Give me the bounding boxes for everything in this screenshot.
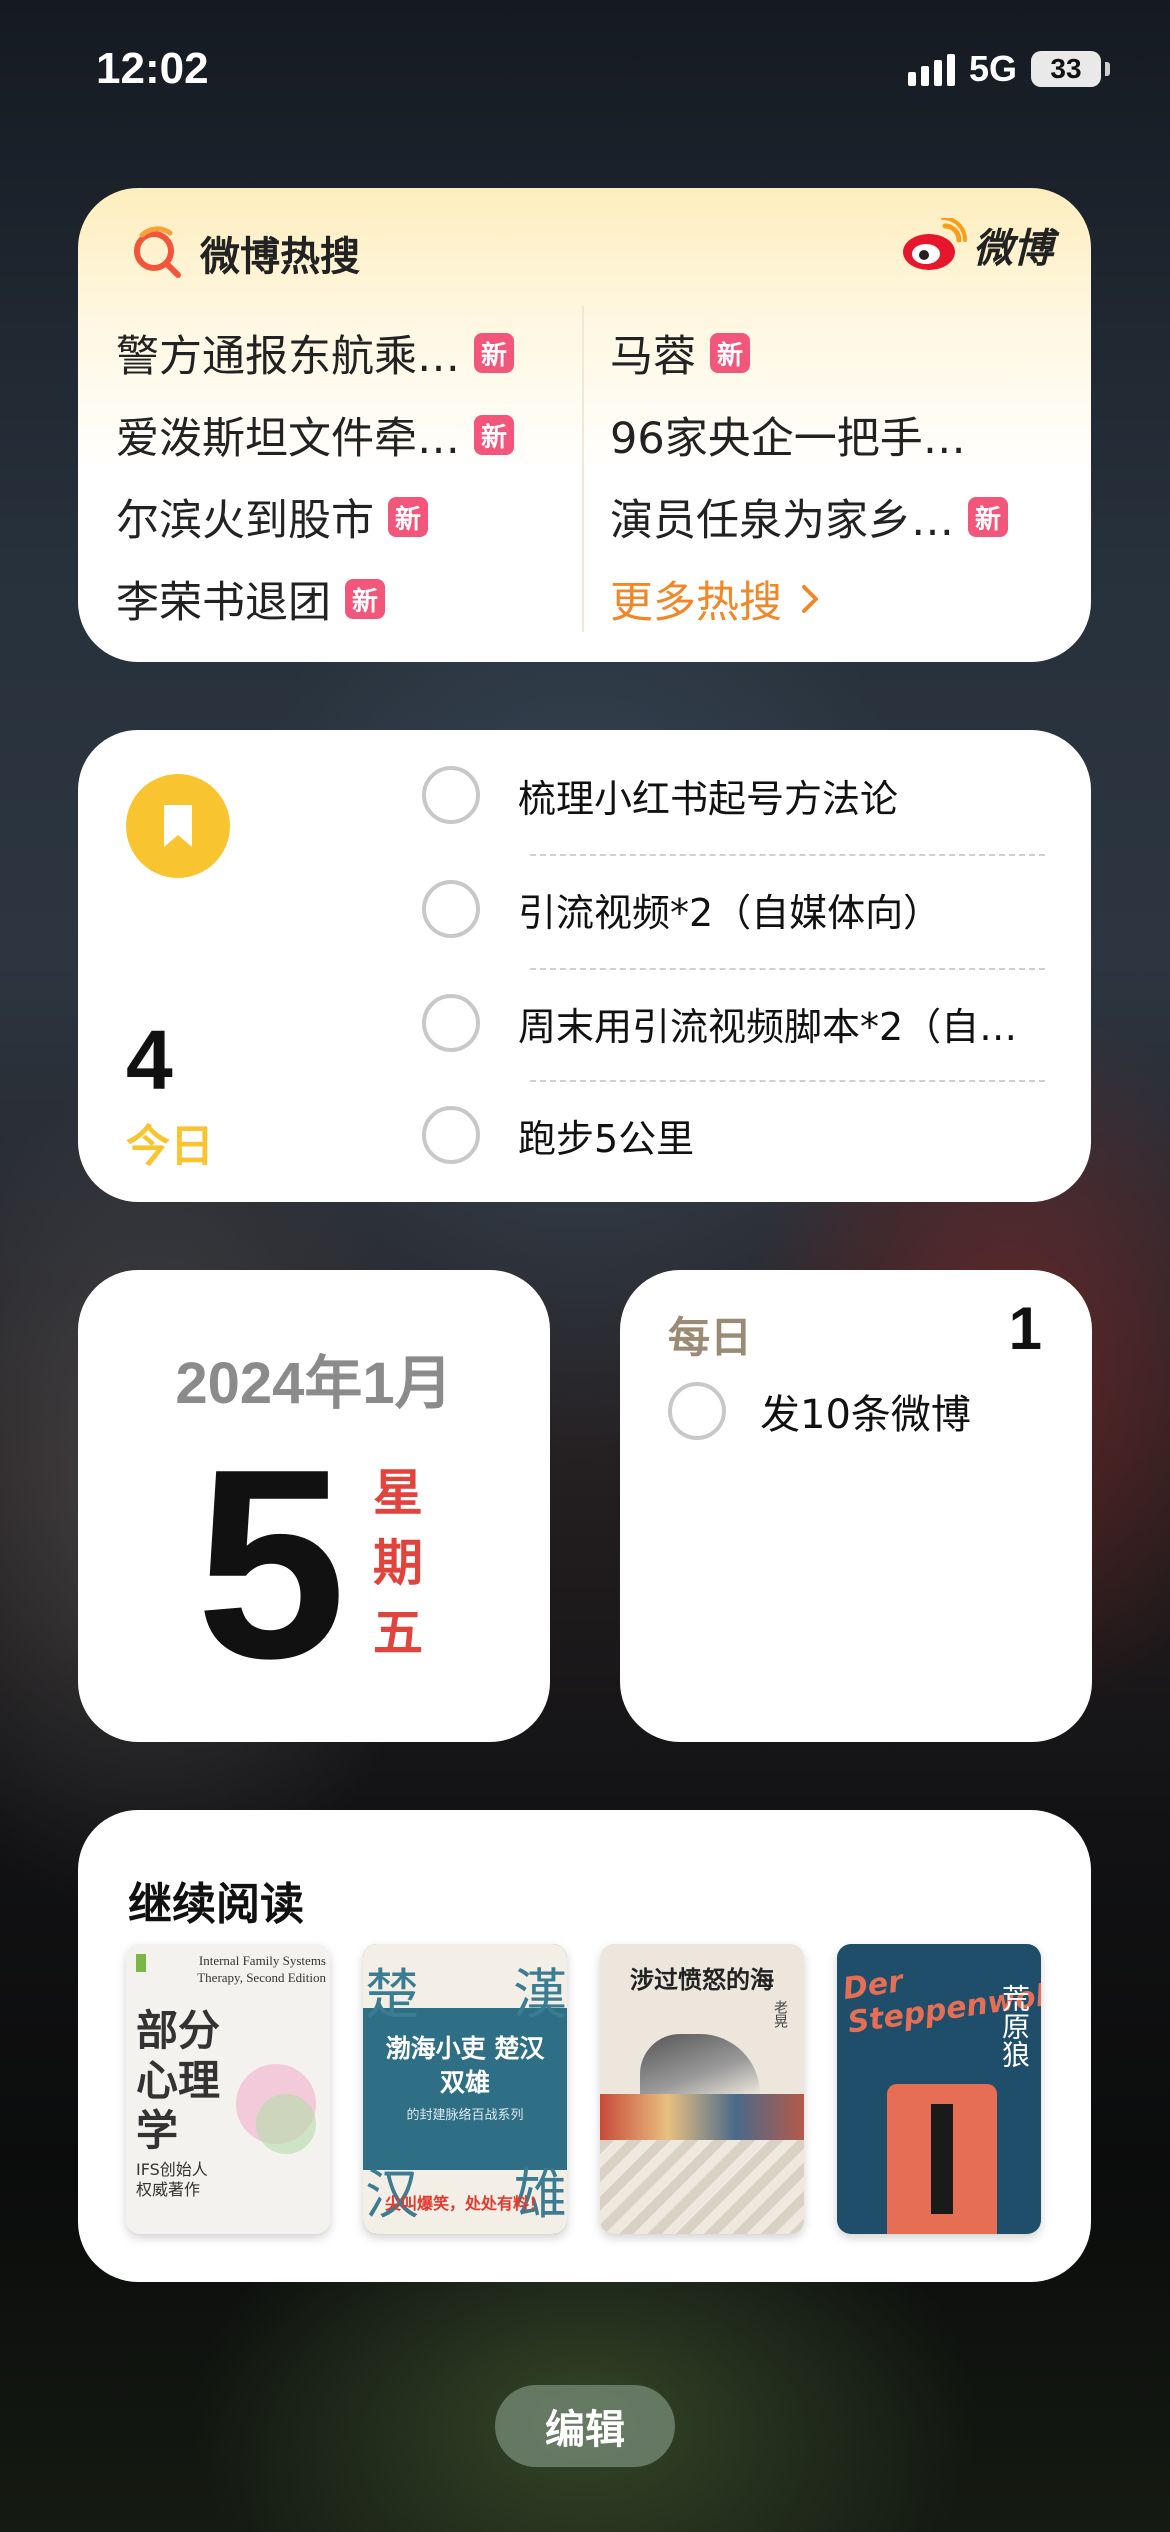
new-badge: 新	[968, 497, 1008, 537]
reminder-text: 跑步5公里	[518, 1116, 695, 1161]
daily-reminders-widget[interactable]: 每日 1 发10条微博	[620, 1270, 1092, 1742]
book-de-title: Der Steppenwolf	[840, 1964, 1041, 2041]
cover-art-wave	[600, 2094, 804, 2144]
hot-search-item[interactable]: 尔滨火到股市 新	[116, 486, 428, 548]
book-author: 老晃	[772, 2000, 788, 2028]
book-subtitle: 的封建脉络百战系列	[406, 2108, 524, 2123]
reading-widget-title: 继续阅读	[128, 1879, 304, 1930]
cover-art-mountain	[640, 2034, 760, 2094]
reminder-text: 周末用引流视频脚本*2（自…	[518, 1004, 1018, 1049]
decor-circle	[256, 2094, 316, 2154]
reminders-widget[interactable]: 4 今日 梳理小红书起号方法论 引流视频*2（自媒体向） 周末用引流视频脚本*2…	[78, 730, 1091, 1202]
reminder-count: 4	[126, 1013, 173, 1107]
hot-search-text: 尔滨火到股市	[116, 496, 374, 546]
reminder-text: 梳理小红书起号方法论	[518, 776, 899, 821]
reminder-list-icon	[126, 774, 230, 878]
more-hot-search-link[interactable]: 更多热搜	[610, 568, 826, 630]
status-indicators: 5G 33	[907, 48, 1110, 90]
book-title: 部分心理学	[136, 2006, 221, 2155]
book-cover[interactable]: 涉过愤怒的海 老晃	[600, 1944, 804, 2234]
reminder-item[interactable]: 引流视频*2（自媒体向）	[422, 854, 1048, 964]
new-badge: 新	[710, 333, 750, 373]
book-en-title: Internal Family Systems Therapy, Second …	[197, 1953, 326, 1985]
reminder-item[interactable]: 发10条微博	[668, 1382, 971, 1440]
cover-art-tie	[931, 2104, 953, 2214]
reminder-text: 引流视频*2（自媒体向）	[518, 890, 942, 935]
new-badge: 新	[474, 415, 514, 455]
book-title: 渤海小吏 楚汉双雄	[385, 2034, 545, 2097]
cover-big-char: 漢	[513, 1963, 567, 2026]
weibo-widget-header: 微博热搜	[130, 224, 360, 282]
reminder-item[interactable]: 梳理小红书起号方法论	[422, 740, 1048, 850]
network-type: 5G	[968, 48, 1017, 89]
new-badge: 新	[345, 579, 385, 619]
hot-search-item[interactable]: 马蓉 新	[610, 322, 750, 384]
daily-count: 1	[1008, 1295, 1042, 1362]
battery-level: 33	[1050, 53, 1082, 84]
signal-icon	[907, 52, 955, 86]
cover-big-char: 楚	[365, 1963, 419, 2026]
edit-button[interactable]: 编辑	[495, 2385, 675, 2467]
calendar-widget[interactable]: 2024年1月 5 星 期 五	[78, 1270, 550, 1742]
bookmark-icon	[164, 805, 192, 847]
book-slogan: 尖叫爆笑，处处有料！	[384, 2194, 545, 2213]
calendar-weekday: 星 期 五	[368, 1458, 428, 1668]
reminder-checkbox[interactable]	[422, 994, 480, 1052]
status-time: 12:02	[96, 44, 209, 93]
reminder-list-name: 今日	[126, 1121, 214, 1172]
weekday-char: 星	[373, 1464, 423, 1522]
reminder-item[interactable]: 跑步5公里	[422, 1080, 1048, 1190]
hot-search-text: 李荣书退团	[116, 578, 331, 628]
cover-art-sea	[600, 2140, 804, 2234]
reminder-checkbox[interactable]	[668, 1382, 726, 1440]
chevron-right-icon	[802, 585, 818, 613]
weibo-eye-icon	[903, 218, 967, 270]
book-title: 涉过愤怒的海	[630, 1965, 774, 1994]
weibo-hot-search-widget[interactable]: 微博热搜 微博 警方通报东航乘… 新 爱泼斯坦文件牵… 新 尔滨火到股市 新 李…	[78, 188, 1091, 662]
calendar-day: 5	[196, 1414, 347, 1715]
weibo-widget-title: 微博热搜	[200, 234, 360, 280]
weekday-char: 期	[373, 1534, 423, 1592]
more-hot-search-label: 更多热搜	[610, 578, 782, 628]
calendar-year-month: 2024年1月	[175, 1351, 453, 1416]
weibo-brand: 微博	[973, 226, 1053, 272]
reminder-checkbox[interactable]	[422, 880, 480, 938]
book-cover[interactable]: Internal Family Systems Therapy, Second …	[126, 1944, 330, 2234]
hot-search-text: 爱泼斯坦文件牵…	[116, 414, 460, 464]
weekday-char: 五	[373, 1604, 423, 1662]
hot-search-text: 马蓉	[610, 332, 696, 382]
book-cover[interactable]: Der Steppenwolf 荒原狼	[837, 1944, 1041, 2234]
hot-search-item[interactable]: 警方通报东航乘… 新	[116, 322, 514, 384]
daily-list-title: 每日	[668, 1313, 753, 1362]
search-icon	[134, 226, 181, 278]
publisher-mark	[136, 1954, 146, 1972]
hot-search-item[interactable]: 96家央企一把手…	[610, 404, 966, 466]
hot-search-item[interactable]: 爱泼斯坦文件牵… 新	[116, 404, 514, 466]
battery-icon: 33	[1031, 51, 1101, 87]
reminder-item[interactable]: 周末用引流视频脚本*2（自…	[422, 968, 1048, 1078]
reminder-checkbox[interactable]	[422, 766, 480, 824]
book-cover[interactable]: 楚 漢 汉 雄 渤海小吏 楚汉双雄 的封建脉络百战系列 尖叫爆笑，处处有料！	[363, 1944, 567, 2234]
battery-cap	[1105, 62, 1110, 76]
new-badge: 新	[388, 497, 428, 537]
hot-search-item[interactable]: 演员任泉为家乡… 新	[610, 486, 1008, 548]
hot-search-text: 警方通报东航乘…	[116, 332, 460, 382]
reminder-text: 发10条微博	[760, 1392, 971, 1438]
book-tagline: IFS创始人 权威著作	[136, 2160, 208, 2199]
hot-search-item[interactable]: 李荣书退团 新	[116, 568, 385, 630]
continue-reading-widget[interactable]: 继续阅读 Internal Family Systems Therapy, Se…	[78, 1810, 1091, 2282]
weibo-logo: 微博	[901, 216, 1053, 274]
new-badge: 新	[474, 333, 514, 373]
column-divider	[582, 306, 584, 632]
hot-search-text: 96家央企一把手…	[610, 414, 966, 464]
reminder-checkbox[interactable]	[422, 1106, 480, 1164]
book-title: 荒原狼	[998, 1984, 1031, 2068]
hot-search-text: 演员任泉为家乡…	[610, 496, 954, 546]
